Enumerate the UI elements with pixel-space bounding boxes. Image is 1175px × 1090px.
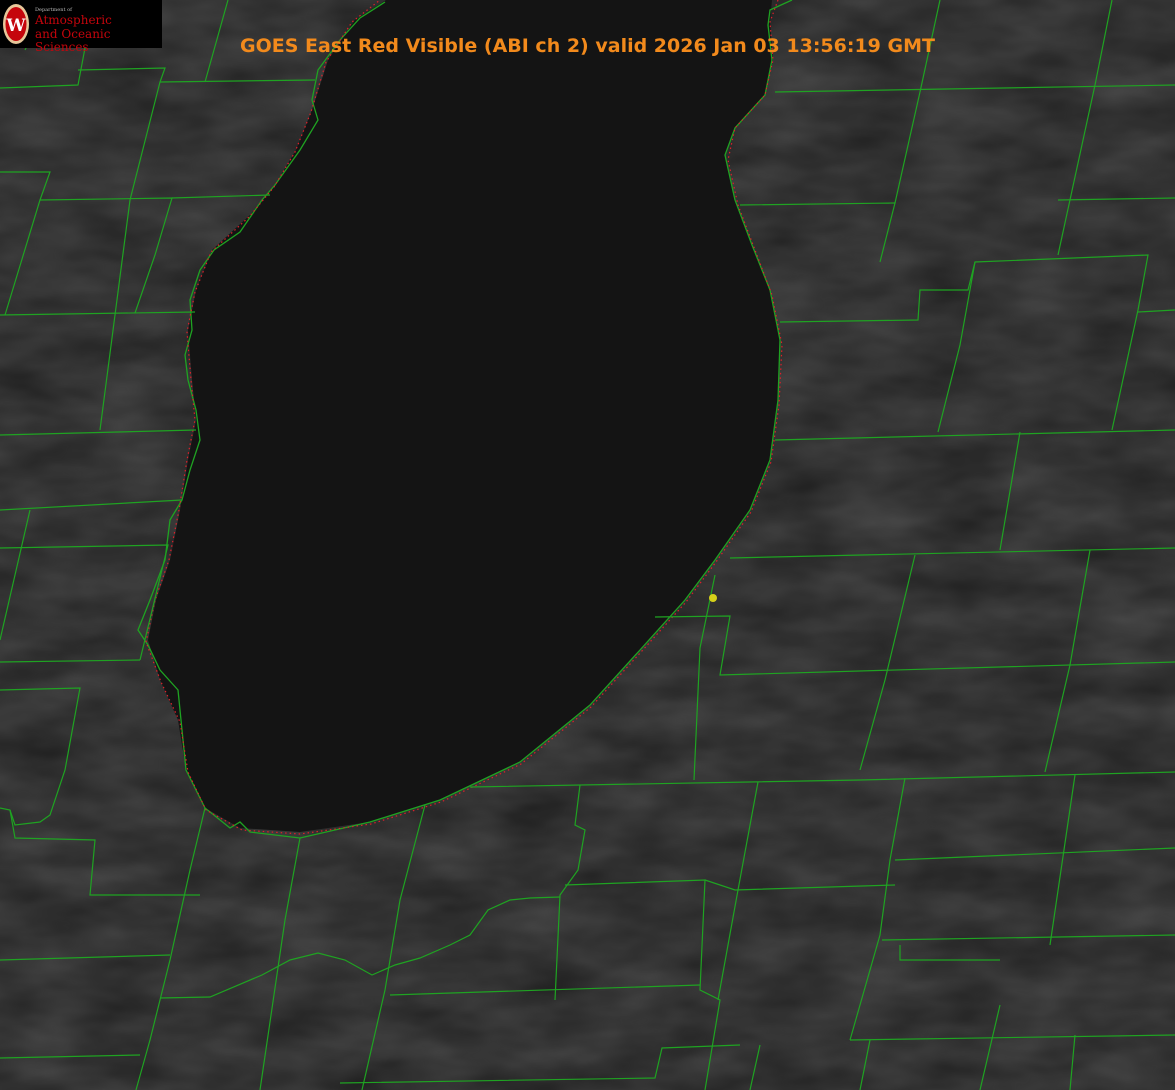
location-marker-icon[interactable] [709, 594, 717, 602]
logo-line-1: Atmospheric [35, 12, 112, 27]
page-title: GOES East Red Visible (ABI ch 2) valid 2… [240, 35, 935, 57]
seal-letter: W [5, 16, 26, 36]
satellite-map[interactable] [0, 0, 1175, 1090]
